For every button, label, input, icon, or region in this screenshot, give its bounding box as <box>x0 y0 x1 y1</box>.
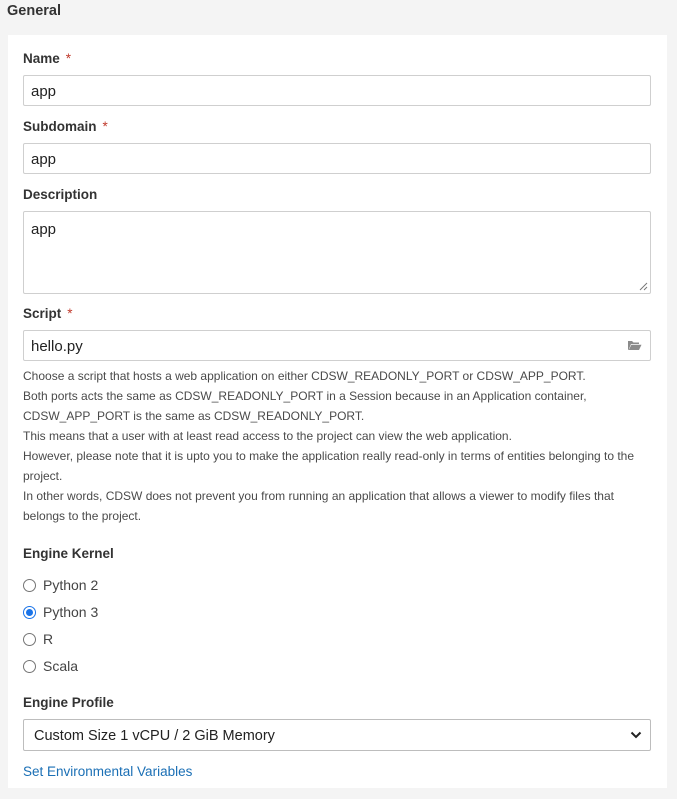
description-label: Description <box>23 187 98 202</box>
description-value: app <box>31 221 57 238</box>
engine-kernel-label: Engine Kernel <box>23 546 114 561</box>
general-form-card: Name * app Subdomain * app Description app… <box>8 35 667 788</box>
radio-button[interactable] <box>23 578 36 592</box>
name-input[interactable]: app <box>23 75 651 106</box>
description-textarea[interactable]: app <box>23 211 651 294</box>
help-line: Both ports acts the same as CDSW_READONL… <box>23 389 587 423</box>
script-input[interactable]: hello.py <box>23 330 651 361</box>
kernel-option-r[interactable]: R <box>23 629 53 649</box>
help-line: This means that a user with at least rea… <box>23 429 512 443</box>
resize-grip-icon[interactable] <box>639 282 648 291</box>
kernel-option-label: Python 2 <box>43 577 99 593</box>
folder-open-icon[interactable] <box>627 339 642 351</box>
script-label-text: Script <box>23 306 62 321</box>
subdomain-label: Subdomain * <box>23 119 108 134</box>
help-line: However, please note that it is upto you… <box>23 449 635 483</box>
engine-profile-select[interactable]: Custom Size 1 vCPU / 2 GiB Memory <box>23 719 651 751</box>
kernel-option-python2[interactable]: Python 2 <box>23 575 98 595</box>
name-label: Name * <box>23 51 71 66</box>
kernel-option-label: R <box>43 631 54 647</box>
required-mark: * <box>102 119 108 134</box>
subdomain-label-text: Subdomain <box>23 119 97 134</box>
name-label-text: Name <box>23 51 60 66</box>
kernel-option-label: Python 3 <box>43 604 99 620</box>
script-value: hello.py <box>31 338 83 355</box>
help-line: In other words, CDSW does not prevent yo… <box>23 489 614 523</box>
set-env-vars-link[interactable]: Set Environmental Variables <box>23 764 192 779</box>
engine-profile-value: Custom Size 1 vCPU / 2 GiB Memory <box>34 728 275 744</box>
script-label: Script * <box>23 306 73 321</box>
script-help-text: Choose a script that hosts a web applica… <box>23 366 658 526</box>
section-title: General <box>7 3 61 19</box>
engine-profile-label: Engine Profile <box>23 695 114 710</box>
kernel-option-scala[interactable]: Scala <box>23 656 78 676</box>
kernel-option-label: Scala <box>43 658 79 674</box>
subdomain-input[interactable]: app <box>23 143 651 174</box>
help-line: Choose a script that hosts a web applica… <box>23 369 586 383</box>
radio-button-checked[interactable] <box>23 605 36 619</box>
radio-button[interactable] <box>23 632 36 646</box>
radio-button[interactable] <box>23 659 36 673</box>
kernel-option-python3[interactable]: Python 3 <box>23 602 98 622</box>
required-mark: * <box>65 51 72 66</box>
chevron-down-icon <box>630 731 642 739</box>
required-mark: * <box>67 306 73 321</box>
